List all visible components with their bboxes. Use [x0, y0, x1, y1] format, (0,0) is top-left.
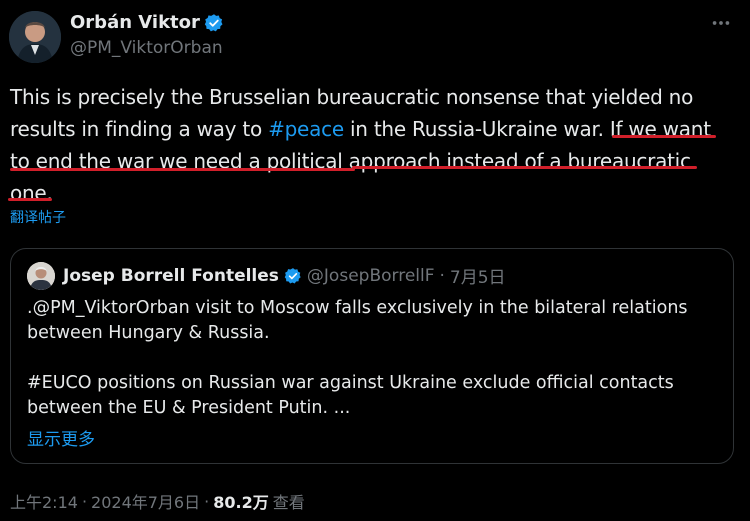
translate-post-link[interactable]: 翻译帖子 [10, 207, 66, 227]
separator-dot: · [204, 491, 210, 511]
author-handle[interactable]: @PM_ViktorOrban [70, 38, 223, 58]
quoted-line-1: .@PM_ViktorOrban visit to Moscow falls e… [27, 298, 688, 318]
more-options-button[interactable] [706, 10, 736, 40]
red-underline-mark [352, 166, 697, 169]
tweet-meta-row: 上午2:14 · 2024年7月6日 · 80.2万 查看 [10, 489, 305, 513]
verified-badge-icon [284, 267, 302, 285]
tweet-line-2-start: results in finding a way to [10, 117, 269, 141]
quoted-author-handle[interactable]: @JosepBorrellF [307, 266, 435, 286]
post-date[interactable]: 2024年7月6日 [91, 489, 200, 513]
quoted-tweet-header: Josep Borrell Fontelles @JosepBorrellF ·… [63, 263, 506, 289]
quoted-author-name[interactable]: Josep Borrell Fontelles [63, 266, 279, 286]
views-label: 查看 [272, 493, 305, 512]
author-name-row[interactable]: Orbán Viktor [70, 12, 224, 33]
quoted-line-5: between the EU & President Putin. ... [27, 398, 351, 418]
red-underline-mark [8, 198, 52, 201]
quoted-line-3 [27, 346, 717, 371]
quoted-tweet-text: .@PM_ViktorOrban visit to Moscow falls e… [27, 296, 717, 421]
quoted-line-2: between Hungary & Russia. [27, 323, 270, 343]
quoted-author-avatar[interactable] [27, 262, 55, 290]
tweet-line-3: to end the war we need a political appro… [10, 149, 691, 173]
show-more-link[interactable]: 显示更多 [27, 425, 95, 450]
red-underline-mark [10, 168, 355, 171]
tweet-line-4: one. [10, 181, 53, 205]
author-name[interactable]: Orbán Viktor [70, 12, 200, 33]
red-underline-mark [612, 135, 716, 138]
views-count: 80.2万 [213, 493, 269, 512]
post-time[interactable]: 上午2:14 [10, 489, 78, 513]
separator-dot: · [439, 265, 445, 286]
quoted-tweet-date[interactable]: 7月5日 [450, 263, 506, 288]
tweet-line-1: This is precisely the Brusselian bureauc… [10, 85, 694, 109]
author-avatar[interactable] [9, 11, 61, 63]
verified-badge-icon [204, 13, 224, 33]
tweet-text: This is precisely the Brusselian bureauc… [10, 81, 730, 209]
hashtag-peace-link[interactable]: #peace [268, 117, 344, 141]
separator-dot: · [81, 491, 88, 511]
quoted-tweet-card[interactable]: Josep Borrell Fontelles @JosepBorrellF ·… [10, 248, 734, 464]
quoted-line-4: #EUCO positions on Russian war against U… [27, 373, 674, 393]
tweet-line-2: results in finding a way to #peace in th… [10, 113, 730, 145]
more-options-icon [710, 12, 732, 38]
